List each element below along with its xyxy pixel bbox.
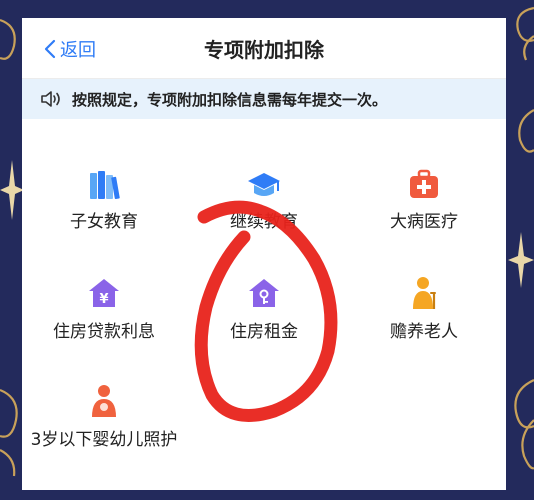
app-screen: 返回 专项附加扣除 按照规定，专项附加扣除信息需每年提交一次。 子女教育 继续教… [22,18,506,490]
item-housing-loan-interest[interactable]: ¥ 住房贷款利息 [24,275,184,345]
item-label: 住房租金 [230,322,298,342]
item-label: 继续教育 [230,212,298,232]
cloud-decoration-right [514,6,534,470]
medical-kit-icon [410,169,438,198]
sparkle-decoration-left [0,160,24,220]
cloud-decoration-left [0,18,18,477]
item-label: 住房贷款利息 [53,322,155,342]
item-continuing-education[interactable]: 继续教育 [184,165,344,235]
books-icon [90,171,120,199]
item-elderly-support[interactable]: 赡养老人 [344,275,504,345]
item-child-education[interactable]: 子女教育 [24,165,184,235]
item-label: 子女教育 [70,212,138,232]
item-label: 大病医疗 [390,212,458,232]
item-label: 赡养老人 [390,322,458,342]
navigation-bar: 返回 专项附加扣除 [22,18,506,79]
mother-baby-icon [92,385,116,417]
notice-text: 按照规定，专项附加扣除信息需每年提交一次。 [72,90,388,109]
item-label: 3岁以下婴幼儿照护 [30,430,178,450]
deduction-grid: 子女教育 继续教育 大病医疗 ¥ 住房贷款利息 住房租金 赡养老人 3岁以下婴幼… [22,119,506,490]
sparkle-decoration-right [508,232,534,288]
speaker-icon [41,91,60,107]
page-title: 专项附加扣除 [204,38,324,62]
elder-person-icon [413,277,436,309]
notice-banner: 按照规定，专项附加扣除信息需每年提交一次。 [22,79,506,119]
house-key-icon [249,279,279,307]
item-serious-illness-medical[interactable]: 大病医疗 [344,165,504,235]
house-yuan-icon: ¥ [89,279,119,307]
svg-text:¥: ¥ [99,292,108,307]
graduation-cap-icon [248,173,280,196]
item-housing-rent[interactable]: 住房租金 [184,275,344,345]
item-infant-care[interactable]: 3岁以下婴幼儿照护 [24,383,184,453]
